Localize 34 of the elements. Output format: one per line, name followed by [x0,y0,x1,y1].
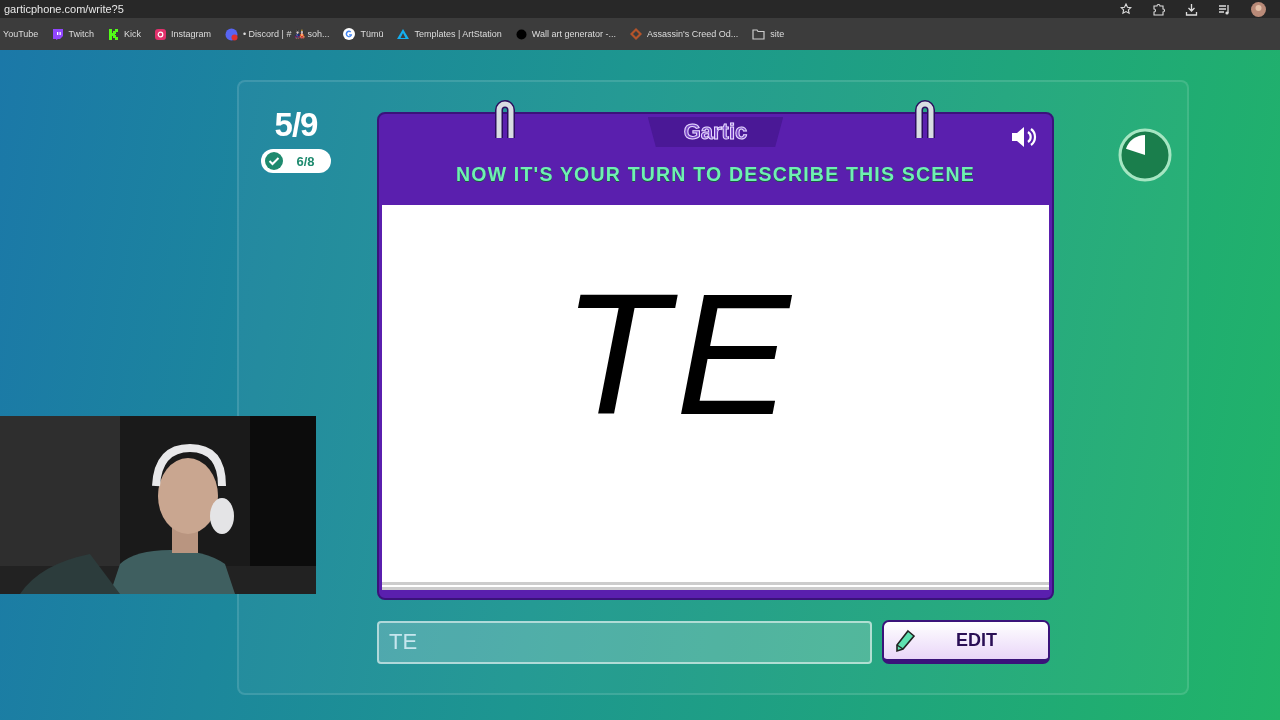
download-icon[interactable] [1185,2,1198,16]
artstation-icon [397,28,410,40]
bookmark[interactable]: Kick [107,28,141,40]
google-icon [343,28,356,40]
puzzle-icon[interactable] [1152,2,1165,16]
bookmark[interactable]: Twitch [52,28,94,40]
bookmark[interactable]: Templates | ArtStation [397,28,502,40]
folder-icon [752,28,766,40]
players-done-badge: 6/8 [261,149,331,173]
diamond-icon [630,28,643,40]
handwritten-text: TE [562,267,799,440]
bookmark[interactable]: YouTube [3,29,39,39]
round-counter: 5/9 [274,106,318,144]
bookmark[interactable]: site [752,28,785,40]
avatar-icon[interactable] [1251,1,1266,17]
bookmark[interactable]: • Discord | # 🎎 soh... [224,27,330,41]
logo: Gartic [647,117,784,147]
star-icon[interactable] [1120,3,1132,15]
dot-icon [515,28,527,40]
speaker-icon[interactable] [1010,126,1038,148]
discord-icon [224,27,238,41]
bookmark[interactable]: Instagram [154,28,211,40]
bookmark[interactable]: Wall art generator -... [515,28,617,40]
twitch-icon [52,28,64,40]
timer-icon [1118,128,1172,182]
bookmark[interactable]: Tümü [343,28,384,40]
camera-icon [154,28,166,40]
kick-icon [107,28,119,40]
pencil-icon [894,628,916,653]
prompt-text: NOW IT'S YOUR TURN TO DESCRIBE THIS SCENE [456,163,975,186]
edit-button[interactable]: EDIT [882,620,1050,664]
check-icon [264,151,285,171]
bookmark[interactable]: Assassin's Creed Od... [630,28,739,40]
playlist-icon[interactable] [1218,3,1231,15]
